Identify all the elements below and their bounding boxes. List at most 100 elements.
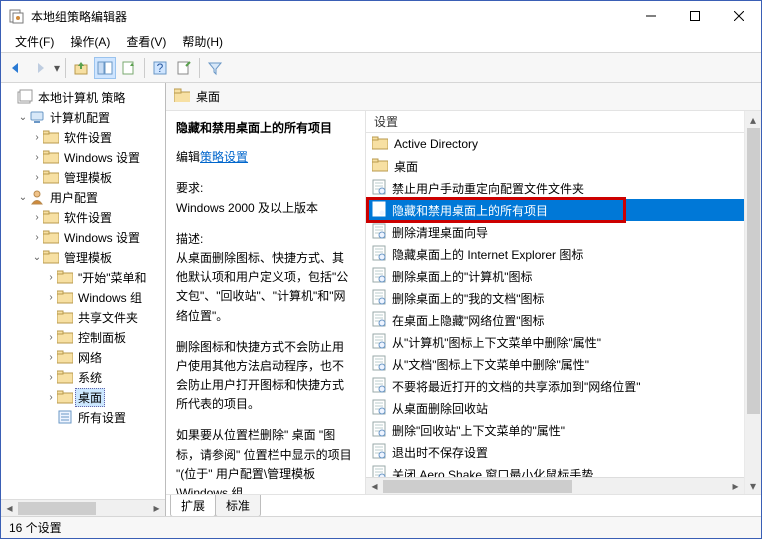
tree-u-software[interactable]: ›软件设置: [1, 207, 165, 227]
back-button[interactable]: [5, 57, 27, 79]
scroll-left-icon[interactable]: ◂: [366, 477, 383, 494]
tree-u-desktop[interactable]: ›桌面: [1, 387, 165, 407]
policy-icon: [372, 421, 386, 440]
settings-row[interactable]: 在桌面上隐藏"网络位置"图标: [366, 309, 744, 331]
tree-u-sys[interactable]: ›系统: [1, 367, 165, 387]
policy-icon: [372, 465, 386, 478]
properties-button[interactable]: [173, 57, 195, 79]
toolbar: ▾ ?: [1, 53, 761, 83]
tree-u-cp[interactable]: ›控制面板: [1, 327, 165, 347]
settings-row-label: 禁止用户手动重定向配置文件文件夹: [392, 180, 584, 197]
settings-row-label: 删除"回收站"上下文菜单的"属性": [392, 422, 565, 439]
tree-h-scrollbar[interactable]: ◂ ▸: [1, 499, 165, 516]
list-v-scrollbar[interactable]: ▴ ▾: [744, 111, 761, 494]
menu-action[interactable]: 操作(A): [62, 31, 118, 52]
scroll-up-icon[interactable]: ▴: [745, 111, 761, 128]
settings-row[interactable]: 桌面: [366, 155, 744, 177]
tree-u-shared[interactable]: 共享文件夹: [1, 307, 165, 327]
help-button[interactable]: ?: [149, 57, 171, 79]
tree-u-wincomp[interactable]: ›Windows 组: [1, 287, 165, 307]
requirements-label: 要求:: [176, 179, 355, 198]
settings-row[interactable]: 删除桌面上的"计算机"图标: [366, 265, 744, 287]
description-p3: 如果要从位置栏删除" 桌面 "图标，请参阅" 位置栏中显示的项目 "(位于" 用…: [176, 426, 355, 494]
tab-extended[interactable]: 扩展: [170, 495, 216, 517]
tree-user-config[interactable]: ⌄用户配置: [1, 187, 165, 207]
policy-icon: [372, 179, 386, 198]
tree-u-admin[interactable]: ⌄管理模板: [1, 247, 165, 267]
export-button[interactable]: [118, 57, 140, 79]
description-label: 描述:: [176, 230, 355, 249]
close-button[interactable]: [717, 1, 761, 31]
settings-row-label: 退出时不保存设置: [392, 444, 488, 461]
minimize-button[interactable]: [629, 1, 673, 31]
filter-button[interactable]: [204, 57, 226, 79]
scroll-left-icon[interactable]: ◂: [1, 499, 18, 516]
settings-row-label: 不要将最近打开的文档的共享添加到"网络位置": [392, 378, 641, 395]
settings-row-label: 隐藏和禁用桌面上的所有项目: [392, 202, 548, 219]
settings-row[interactable]: 隐藏和禁用桌面上的所有项目: [366, 199, 744, 221]
tree-root[interactable]: 本地计算机 策略: [1, 87, 165, 107]
up-button[interactable]: [70, 57, 92, 79]
settings-row[interactable]: 隐藏桌面上的 Internet Explorer 图标: [366, 243, 744, 265]
settings-column-header[interactable]: 设置: [366, 111, 744, 133]
forward-button[interactable]: [29, 57, 51, 79]
settings-row-label: 删除清理桌面向导: [392, 224, 488, 241]
menu-help[interactable]: 帮助(H): [174, 31, 231, 52]
tree-c-admin[interactable]: ›管理模板: [1, 167, 165, 187]
edit-prefix: 编辑: [176, 150, 200, 164]
tree-u-windows[interactable]: ›Windows 设置: [1, 227, 165, 247]
scroll-right-icon[interactable]: ▸: [727, 477, 744, 494]
requirements-value: Windows 2000 及以上版本: [176, 199, 355, 218]
policy-icon: [372, 201, 386, 220]
scroll-right-icon[interactable]: ▸: [148, 499, 165, 516]
policy-icon: [372, 355, 386, 374]
settings-row[interactable]: 删除清理桌面向导: [366, 221, 744, 243]
result-tabs: 扩展 标准: [166, 494, 761, 516]
description-p1: 从桌面删除图标、快捷方式、其他默认项和用户定义项，包括"公文包"、"回收站"、"…: [176, 249, 355, 326]
settings-row[interactable]: 从"计算机"图标上下文菜单中删除"属性": [366, 331, 744, 353]
settings-row[interactable]: 禁止用户手动重定向配置文件文件夹: [366, 177, 744, 199]
console-tree[interactable]: 本地计算机 策略 ⌄计算机配置 ›软件设置 ›Windows 设置 ›管理模板 …: [1, 83, 165, 431]
policy-icon: [372, 223, 386, 242]
list-h-scrollbar[interactable]: ◂ ▸: [366, 477, 744, 494]
tree-computer-config[interactable]: ⌄计算机配置: [1, 107, 165, 127]
folder-icon: [174, 88, 190, 105]
result-header-label: 桌面: [196, 88, 220, 105]
menubar: 文件(F) 操作(A) 查看(V) 帮助(H): [1, 31, 761, 53]
menu-view[interactable]: 查看(V): [118, 31, 174, 52]
folder-icon: [372, 158, 388, 175]
settings-row[interactable]: 退出时不保存设置: [366, 441, 744, 463]
edit-policy-link[interactable]: 策略设置: [200, 150, 248, 164]
app-icon: [9, 8, 25, 24]
settings-row[interactable]: 关闭 Aero Shake 窗口最小化鼠标手势: [366, 463, 744, 477]
status-bar: 16 个设置: [1, 516, 761, 538]
scroll-down-icon[interactable]: ▾: [745, 477, 761, 494]
tree-u-start[interactable]: ›"开始"菜单和: [1, 267, 165, 287]
tree-c-software[interactable]: ›软件设置: [1, 127, 165, 147]
settings-row[interactable]: 不要将最近打开的文档的共享添加到"网络位置": [366, 375, 744, 397]
maximize-button[interactable]: [673, 1, 717, 31]
result-pane: 桌面 隐藏和禁用桌面上的所有项目 编辑策略设置 要求: Windows 2000…: [166, 83, 761, 516]
menu-file[interactable]: 文件(F): [7, 31, 62, 52]
settings-list[interactable]: Active Directory桌面禁止用户手动重定向配置文件文件夹隐藏和禁用桌…: [366, 133, 744, 477]
status-text: 16 个设置: [9, 519, 62, 536]
tab-standard[interactable]: 标准: [215, 495, 261, 517]
tree-u-net[interactable]: ›网络: [1, 347, 165, 367]
detail-title: 隐藏和禁用桌面上的所有项目: [176, 119, 355, 138]
settings-list-wrap: 设置 Active Directory桌面禁止用户手动重定向配置文件文件夹隐藏和…: [366, 111, 744, 494]
settings-row[interactable]: 从"文档"图标上下文菜单中删除"属性": [366, 353, 744, 375]
history-dropdown-icon[interactable]: ▾: [53, 61, 61, 75]
settings-row[interactable]: Active Directory: [366, 133, 744, 155]
settings-row-label: 从桌面删除回收站: [392, 400, 488, 417]
settings-row-label: 从"计算机"图标上下文菜单中删除"属性": [392, 334, 601, 351]
show-hide-tree-button[interactable]: [94, 57, 116, 79]
settings-row[interactable]: 删除桌面上的"我的文档"图标: [366, 287, 744, 309]
settings-row-label: 删除桌面上的"计算机"图标: [392, 268, 533, 285]
policy-icon: [372, 245, 386, 264]
tree-u-all[interactable]: 所有设置: [1, 407, 165, 427]
tree-c-windows[interactable]: ›Windows 设置: [1, 147, 165, 167]
settings-row[interactable]: 删除"回收站"上下文菜单的"属性": [366, 419, 744, 441]
policy-icon: [372, 267, 386, 286]
settings-row-label: 在桌面上隐藏"网络位置"图标: [392, 312, 545, 329]
settings-row[interactable]: 从桌面删除回收站: [366, 397, 744, 419]
